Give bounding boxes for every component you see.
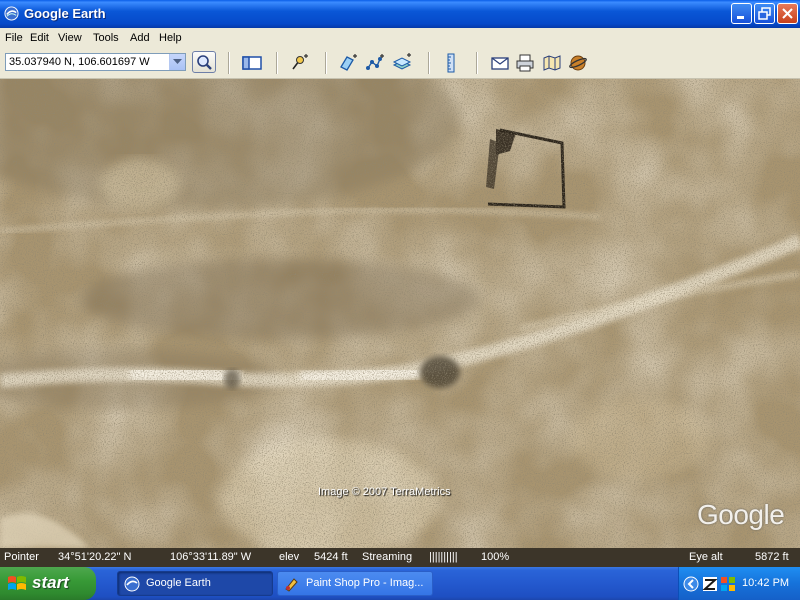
minimize-button[interactable] (731, 3, 752, 24)
task-label: Google Earth (146, 577, 211, 589)
menu-bar: File Edit View Tools Add Help (0, 28, 800, 48)
toolbar-separator (325, 52, 327, 74)
taskbar-button-paint-shop-pro[interactable]: Paint Shop Pro - Imag... (277, 571, 433, 596)
menu-tools[interactable]: Tools (93, 28, 119, 48)
streaming-percent: 100% (481, 551, 510, 563)
menu-edit[interactable]: Edit (30, 28, 49, 48)
location-search-value: 35.037940 N, 106.601697 W (9, 56, 150, 68)
window-title: Google Earth (24, 6, 106, 21)
taskbar-button-google-earth[interactable]: Google Earth (117, 571, 273, 596)
magnifier-icon (197, 55, 212, 70)
task-label: Paint Shop Pro - Imag... (306, 577, 424, 589)
menu-view[interactable]: View (58, 28, 82, 48)
sky-icon[interactable] (568, 53, 588, 73)
minimize-icon (737, 16, 744, 19)
dropdown-arrow-icon[interactable] (169, 54, 185, 70)
google-earth-icon (124, 576, 140, 592)
toolbar-separator (428, 52, 430, 74)
restore-icon (758, 7, 771, 20)
path-icon[interactable] (365, 53, 385, 73)
taskbar: start Google Earth Paint Shop Pro - Imag… (0, 567, 800, 600)
start-label: start (32, 573, 69, 592)
imagery-copyright: Image © 2007 TerraMetrics (318, 486, 451, 498)
menu-file[interactable]: File (5, 28, 23, 48)
maps-icon[interactable] (542, 53, 562, 73)
toolbar: 35.037940 N, 106.601697 W (0, 48, 800, 79)
toolbar-separator (476, 52, 478, 74)
status-bar: Pointer 34°51'20.22" N 106°33'11.89" W e… (0, 548, 800, 567)
zonealarm-icon[interactable] (702, 576, 718, 592)
polygon-icon[interactable] (338, 53, 358, 73)
close-button[interactable] (777, 3, 798, 24)
sidebar-icon[interactable] (242, 53, 262, 73)
pointer-latitude: 34°51'20.22" N (58, 551, 132, 563)
menu-add[interactable]: Add (130, 28, 150, 48)
close-icon (782, 8, 793, 19)
paint-shop-pro-icon (285, 578, 298, 592)
placemark-icon[interactable] (289, 53, 309, 73)
ruler-icon[interactable] (441, 53, 461, 73)
map-view[interactable]: Image © 2007 TerraMetrics Google (0, 79, 800, 548)
overlay-icon[interactable] (392, 53, 412, 73)
restore-button[interactable] (754, 3, 775, 24)
streaming-progress-bar: |||||||||| (429, 551, 458, 563)
system-tray: 10:42 PM (678, 567, 800, 600)
windows-security-icon[interactable] (720, 576, 736, 592)
google-logo: Google (697, 499, 785, 530)
elevation-label: elev (279, 551, 300, 563)
email-icon[interactable] (490, 53, 510, 73)
search-button[interactable] (192, 51, 216, 73)
start-button[interactable]: start (0, 567, 96, 600)
menu-help[interactable]: Help (159, 28, 182, 48)
expand-tray-icon[interactable] (683, 576, 699, 592)
eye-altitude-label: Eye alt (689, 551, 723, 563)
print-icon[interactable] (515, 53, 535, 73)
pointer-longitude: 106°33'11.89" W (170, 551, 252, 563)
toolbar-separator (276, 52, 278, 74)
streaming-label: Streaming (362, 551, 413, 563)
google-earth-icon (4, 6, 19, 21)
taskbar-clock: 10:42 PM (742, 577, 790, 589)
title-bar: Google Earth (0, 0, 800, 28)
windows-logo-icon (8, 576, 26, 590)
toolbar-separator (228, 52, 230, 74)
location-search-input[interactable]: 35.037940 N, 106.601697 W (5, 53, 186, 71)
elevation-value: 5424 ft (314, 551, 348, 563)
pointer-label: Pointer (4, 551, 39, 563)
eye-altitude-value: 5872 ft (755, 551, 789, 563)
satellite-imagery (0, 79, 800, 548)
